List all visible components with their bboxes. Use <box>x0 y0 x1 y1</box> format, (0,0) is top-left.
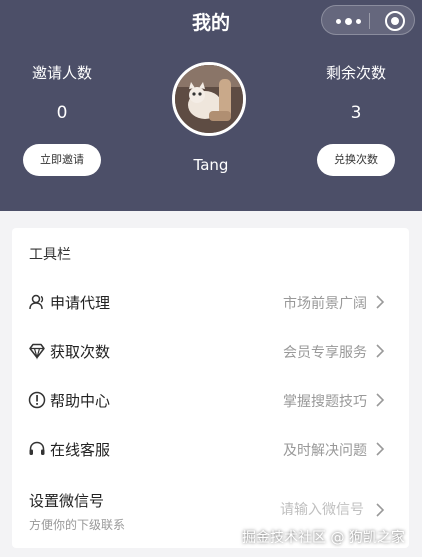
chevron-right-icon <box>376 295 385 309</box>
menu-item-label: 在线客服 <box>50 441 111 459</box>
mini-program-capsule <box>321 5 415 35</box>
more-dots-icon[interactable] <box>336 18 362 25</box>
wechat-id-label: 设置微信号 <box>29 492 105 510</box>
watermark: 掘金技术社区 @ 狗凯之家 <box>242 530 405 546</box>
person-icon <box>29 294 44 310</box>
menu-item-get-count[interactable]: 获取次数 会员专享服务 <box>12 334 409 368</box>
menu-item-label: 申请代理 <box>50 294 111 312</box>
menu-item-label: 获取次数 <box>50 343 111 361</box>
chevron-right-icon <box>376 344 385 358</box>
headset-icon <box>29 441 45 455</box>
menu-item-subtitle: 及时解决问题 <box>283 443 367 459</box>
chevron-right-icon <box>376 442 385 456</box>
diamond-icon <box>29 343 45 360</box>
invite-count-value: 0 <box>56 103 68 123</box>
menu-item-label: 帮助中心 <box>50 392 111 410</box>
avatar[interactable] <box>172 62 246 136</box>
menu-item-online-service[interactable]: 在线客服 及时解决问题 <box>12 432 409 466</box>
capsule-divider <box>369 13 370 29</box>
remaining-count-value: 3 <box>350 103 362 123</box>
chevron-right-icon <box>376 393 385 407</box>
menu-item-subtitle: 市场前景广阔 <box>283 296 367 312</box>
menu-item-help-center[interactable]: 帮助中心 掌握搜题技巧 <box>12 383 409 417</box>
redeem-count-button[interactable]: 兑换次数 <box>317 144 395 176</box>
profile-header: 我的 邀请人数 0 立即邀请 Tang 剩余次数 3 兑换次数 <box>0 0 422 211</box>
wechat-id-input[interactable] <box>244 498 364 522</box>
info-circle-icon <box>28 391 46 409</box>
toolbar-title: 工具栏 <box>29 247 71 263</box>
remaining-count-label: 剩余次数 <box>325 64 386 82</box>
menu-item-apply-agent[interactable]: 申请代理 市场前景广阔 <box>12 285 409 319</box>
record-target-icon[interactable] <box>385 11 405 31</box>
menu-item-subtitle: 掌握搜题技巧 <box>283 394 367 410</box>
invite-count-label: 邀请人数 <box>31 64 92 82</box>
wechat-id-hint: 方便你的下级联系 <box>29 518 126 532</box>
avatar-photo <box>175 65 243 133</box>
menu-item-subtitle: 会员专享服务 <box>283 345 367 361</box>
chevron-right-icon <box>376 503 385 517</box>
toolbar-card: 工具栏 申请代理 市场前景广阔 获取次数 会员专享服务 帮助中心 掌握搜题技巧 <box>12 228 409 548</box>
